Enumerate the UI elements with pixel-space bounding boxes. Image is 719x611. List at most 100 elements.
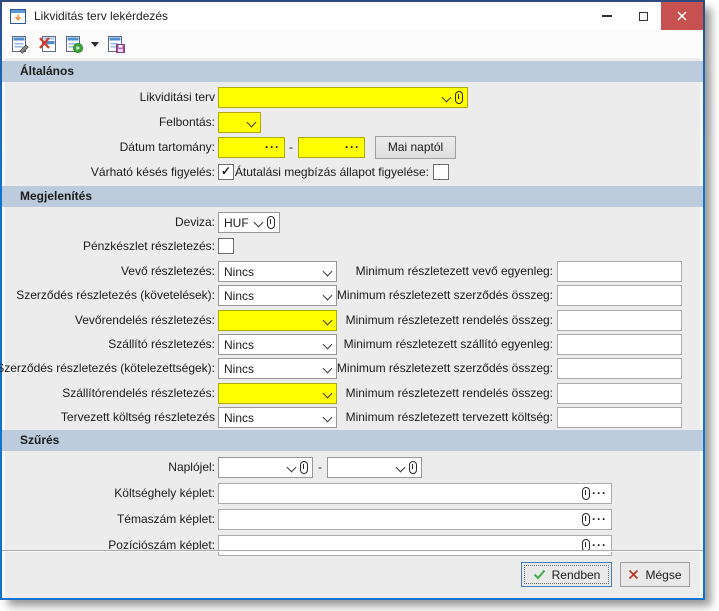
late-watch-checkbox[interactable]: ✓ — [218, 164, 234, 180]
cost-center-formula-input[interactable] — [219, 484, 578, 503]
run-form-dropdown-arrow-icon[interactable] — [91, 42, 99, 47]
min-order-amount2-input[interactable] — [558, 384, 677, 403]
customer-detail-label: Vevő részletezés: — [121, 261, 215, 282]
contract-receivables-combo[interactable]: Nincs — [218, 285, 337, 306]
paperclip-icon[interactable] — [582, 487, 590, 500]
chevron-down-icon[interactable] — [323, 340, 332, 349]
position-number-formula-input[interactable] — [219, 536, 578, 555]
paperclip-icon[interactable] — [455, 91, 463, 104]
contract-liabilities-combo[interactable]: Nincs — [218, 358, 337, 379]
save-form-button[interactable] — [105, 33, 127, 55]
min-order-amount-field[interactable] — [557, 310, 682, 331]
min-customer-balance-input[interactable] — [558, 262, 677, 281]
cost-center-formula-picker-icon[interactable]: ··· — [590, 485, 607, 502]
chevron-down-icon[interactable] — [323, 316, 332, 325]
planned-cost-detail-combo[interactable]: Nincs — [218, 407, 337, 428]
chevron-down-icon[interactable] — [442, 93, 451, 102]
min-supplier-balance-input[interactable] — [558, 335, 677, 354]
min-customer-balance-field[interactable] — [557, 261, 682, 282]
position-number-formula-label: Pozíciószám képlet: — [108, 535, 215, 556]
date-to-input[interactable] — [299, 138, 343, 157]
journal-from-combo[interactable] — [218, 457, 313, 478]
customer-detail-combo[interactable]: Nincs — [218, 261, 337, 282]
min-planned-cost-input[interactable] — [558, 408, 677, 427]
topic-number-formula-input[interactable] — [219, 510, 578, 529]
date-to-picker-icon[interactable]: ··· — [343, 139, 360, 156]
topic-number-formula-picker-icon[interactable]: ··· — [590, 511, 607, 528]
chevron-down-icon[interactable] — [254, 218, 263, 227]
journal-label: Naplójel: — [168, 457, 215, 478]
date-from-field[interactable]: ··· — [218, 137, 285, 158]
chevron-down-icon[interactable] — [323, 413, 332, 422]
dialog-surface: Likviditás terv lekérdezés — [2, 2, 703, 598]
supplier-order-detail-label: Szállítórendelés részletezés: — [62, 383, 215, 404]
min-contract-amount-field[interactable] — [557, 285, 682, 306]
currency-combo[interactable]: HUF — [218, 212, 280, 233]
min-supplier-balance-field[interactable] — [557, 334, 682, 355]
chevron-down-icon[interactable] — [247, 118, 256, 127]
contract-receivables-label: Szerződés részletezés (követelések): — [16, 285, 215, 306]
min-contract-amount2-field[interactable] — [557, 358, 682, 379]
combo-value: Nincs — [224, 338, 320, 352]
edit-form-button[interactable] — [9, 33, 31, 55]
supplier-order-detail-combo[interactable] — [218, 383, 337, 404]
min-contract-amount-label: Minimum részletezett szerződés összeg: — [337, 285, 553, 306]
late-watch-label: Várható késés figyelés: — [91, 163, 215, 182]
cancel-button[interactable]: Mégse — [620, 562, 690, 587]
min-customer-balance-label: Minimum részletezett vevő egyenleg: — [356, 261, 553, 282]
paperclip-icon[interactable] — [409, 461, 417, 474]
today-button[interactable]: Mai naptól — [375, 136, 456, 159]
chevron-down-icon[interactable] — [323, 364, 332, 373]
min-planned-cost-label: Minimum részletezett tervezett költség: — [346, 407, 553, 428]
chevron-down-icon[interactable] — [323, 267, 332, 276]
maximize-icon — [639, 12, 648, 21]
customer-order-detail-combo[interactable] — [218, 310, 337, 331]
position-number-formula-field[interactable]: ··· — [218, 535, 612, 556]
dialog-content: Általános Likviditási terv Felbontás: Dá… — [2, 58, 703, 598]
ok-button-label: Rendben — [552, 568, 601, 582]
min-contract-amount2-input[interactable] — [558, 359, 677, 378]
maximize-button[interactable] — [625, 2, 661, 30]
resolution-combo[interactable] — [218, 112, 261, 133]
journal-separator: - — [315, 457, 325, 478]
chevron-down-icon[interactable] — [323, 389, 332, 398]
combo-value: Nincs — [224, 265, 320, 279]
cancel-button-label: Mégse — [645, 568, 681, 582]
cost-center-formula-field[interactable]: ··· — [218, 483, 612, 504]
titlebar: Likviditás terv lekérdezés — [2, 2, 703, 30]
ok-button[interactable]: Rendben — [521, 562, 612, 587]
delete-form-button[interactable] — [36, 33, 58, 55]
run-form-button[interactable] — [63, 33, 85, 55]
check-icon — [533, 569, 546, 580]
liquidity-plan-combo[interactable] — [218, 87, 468, 108]
date-from-picker-icon[interactable]: ··· — [263, 139, 280, 156]
section-header-display: Megjelenítés — [2, 186, 703, 207]
paperclip-icon[interactable] — [267, 216, 275, 229]
cash-detail-checkbox[interactable] — [218, 238, 234, 254]
min-planned-cost-field[interactable] — [557, 407, 682, 428]
close-button[interactable] — [661, 2, 703, 30]
planned-cost-detail-label: Tervezett költség részletezés — [61, 407, 215, 428]
minimize-button[interactable] — [589, 2, 625, 30]
min-contract-amount-input[interactable] — [558, 286, 677, 305]
chevron-down-icon[interactable] — [396, 463, 405, 472]
supplier-detail-combo[interactable]: Nincs — [218, 334, 337, 355]
currency-label: Deviza: — [175, 212, 215, 233]
paperclip-icon[interactable] — [582, 513, 590, 526]
journal-to-combo[interactable] — [327, 457, 422, 478]
chevron-down-icon[interactable] — [287, 463, 296, 472]
window-controls — [589, 2, 703, 30]
liquidity-plan-label: Likviditási terv — [140, 87, 215, 108]
transfer-watch-checkbox[interactable] — [433, 164, 449, 180]
topic-number-formula-field[interactable]: ··· — [218, 509, 612, 530]
date-to-field[interactable]: ··· — [298, 137, 365, 158]
date-from-input[interactable] — [219, 138, 263, 157]
chevron-down-icon[interactable] — [323, 291, 332, 300]
x-icon — [628, 569, 639, 580]
form-with-save-disk-icon — [107, 35, 126, 54]
min-order-amount2-field[interactable] — [557, 383, 682, 404]
min-order-amount-label: Minimum részletezett rendelés összeg: — [346, 310, 553, 331]
min-order-amount-input[interactable] — [558, 311, 677, 330]
paperclip-icon[interactable] — [300, 461, 308, 474]
date-range-label: Dátum tartomány: — [120, 137, 215, 158]
